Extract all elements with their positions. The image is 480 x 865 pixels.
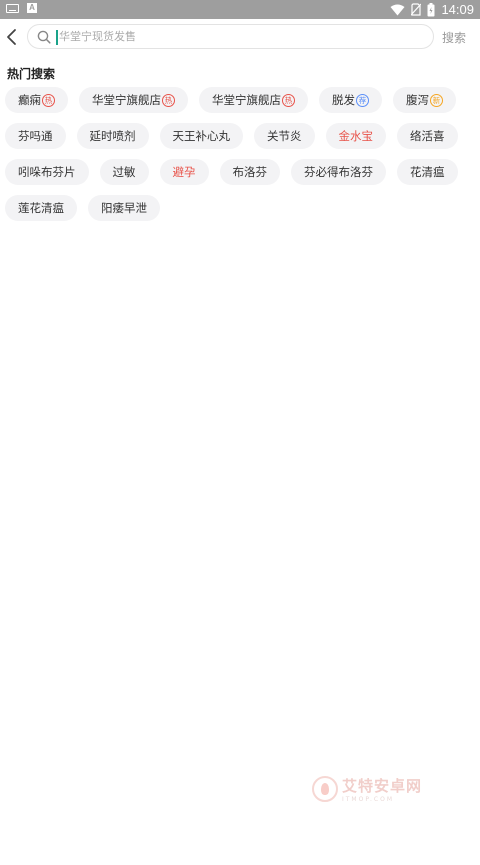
hot-badge: 新 xyxy=(430,93,443,107)
hot-badge: 热 xyxy=(162,93,175,107)
hot-search-tag[interactable]: 芬吗通 xyxy=(5,123,66,149)
hot-search-tag[interactable]: 关节炎 xyxy=(254,123,315,149)
keyboard-icon xyxy=(6,3,19,13)
no-sim-icon xyxy=(411,3,422,16)
hot-search-tag[interactable]: 避孕 xyxy=(159,159,209,185)
hot-search-tag-label: 莲花清瘟 xyxy=(18,201,64,215)
hot-search-title: 热门搜索 xyxy=(7,67,56,81)
hot-search-tag-label: 华堂宁旗舰店 xyxy=(92,93,161,107)
hot-search-tag[interactable]: 阳痿早泄 xyxy=(88,195,160,221)
hot-search-tag-label: 芬吗通 xyxy=(18,129,53,143)
hot-search-tag[interactable]: 吲哚布芬片 xyxy=(5,159,89,185)
search-bar: 搜索 xyxy=(0,19,480,55)
hot-badge: 荐 xyxy=(356,93,369,107)
status-bar: A 14:09 xyxy=(0,0,480,19)
search-button[interactable]: 搜索 xyxy=(442,29,466,46)
hot-search-tag-label: 芬必得布洛芬 xyxy=(304,165,373,179)
status-bar-left: A xyxy=(6,3,37,13)
search-input[interactable] xyxy=(59,26,419,47)
hot-search-tag[interactable]: 布洛芬 xyxy=(219,159,280,185)
hot-search-tag[interactable]: 芬必得布洛芬 xyxy=(291,159,386,185)
hot-search-tag-label: 过敏 xyxy=(112,165,136,179)
watermark-text-group: 艾特安卓网 ITMOP.COM xyxy=(342,775,422,803)
tag-row: 吲哚布芬片 过敏 避孕 布洛芬 芬必得布洛芬 花清瘟 xyxy=(5,159,475,185)
hot-search-tag[interactable]: 莲花清瘟 xyxy=(5,195,77,221)
hot-search-tag[interactable]: 华堂宁旗舰店热 xyxy=(79,87,188,113)
hot-search-tag[interactable]: 花清瘟 xyxy=(397,159,458,185)
hot-search-tag[interactable]: 金水宝 xyxy=(325,123,386,149)
hot-badge: 热 xyxy=(42,93,55,107)
watermark-text: 艾特安卓网 xyxy=(342,777,423,795)
hot-badge: 热 xyxy=(282,93,295,107)
hot-search-tag-label: 脱发 xyxy=(332,93,355,107)
tag-row: 癫痫热华堂宁旗舰店热华堂宁旗舰店热脱发荐腹泻新 xyxy=(5,87,475,113)
hot-search-tag[interactable]: 腹泻新 xyxy=(393,87,456,113)
hot-search-tag-label: 络活喜 xyxy=(410,129,445,143)
watermark-logo-icon xyxy=(312,776,338,802)
a-notification-icon: A xyxy=(27,3,37,13)
hot-search-tag-label: 布洛芬 xyxy=(232,165,268,179)
hot-search-tag[interactable]: 络活喜 xyxy=(397,123,458,149)
hot-search-tag[interactable]: 天王补心丸 xyxy=(159,123,243,149)
hot-search-tag-label: 关节炎 xyxy=(267,129,302,143)
search-icon xyxy=(37,30,51,44)
status-bar-right: 14:09 xyxy=(390,1,474,18)
search-box[interactable] xyxy=(27,24,434,49)
hot-search-tag-label: 华堂宁旗舰店 xyxy=(212,93,281,107)
wifi-icon xyxy=(390,4,405,15)
hot-search-tag-label: 延时喷剂 xyxy=(89,129,136,143)
back-arrow-icon[interactable] xyxy=(5,26,19,48)
hot-search-tag-label: 金水宝 xyxy=(338,129,374,143)
hot-search-tag-label: 癫痫 xyxy=(18,93,41,107)
hot-search-tag-label: 花清瘟 xyxy=(410,165,445,179)
hot-search-tag[interactable]: 过敏 xyxy=(99,159,149,185)
hot-search-tag[interactable]: 癫痫热 xyxy=(5,87,68,113)
hot-search-tag-label: 腹泻 xyxy=(406,93,429,107)
hot-search-tags: 癫痫热华堂宁旗舰店热华堂宁旗舰店热脱发荐腹泻新芬吗通 延时喷剂 天王补心丸 关节炎 金水… xyxy=(5,87,475,231)
hot-search-tag-label: 阳痿早泄 xyxy=(101,201,147,215)
hot-search-tag-label: 天王补心丸 xyxy=(172,129,231,143)
hot-search-tag-label: 吲哚布芬片 xyxy=(18,165,76,179)
tag-row: 芬吗通 延时喷剂 天王补心丸 关节炎 金水宝 络活喜 xyxy=(5,123,475,149)
battery-icon xyxy=(427,2,435,16)
hot-search-tag-label: 避孕 xyxy=(172,165,196,179)
hot-search-tag[interactable]: 华堂宁旗舰店热 xyxy=(199,87,308,113)
watermark-subtext: ITMOP.COM xyxy=(342,796,395,803)
hot-search-tag[interactable]: 脱发荐 xyxy=(319,87,382,113)
status-time: 14:09 xyxy=(441,2,474,17)
text-cursor xyxy=(56,30,58,45)
watermark: 艾特安卓网 ITMOP.COM xyxy=(312,775,422,803)
hot-search-tag[interactable]: 延时喷剂 xyxy=(76,123,149,149)
tag-row: 莲花清瘟 阳痿早泄 xyxy=(5,195,475,221)
